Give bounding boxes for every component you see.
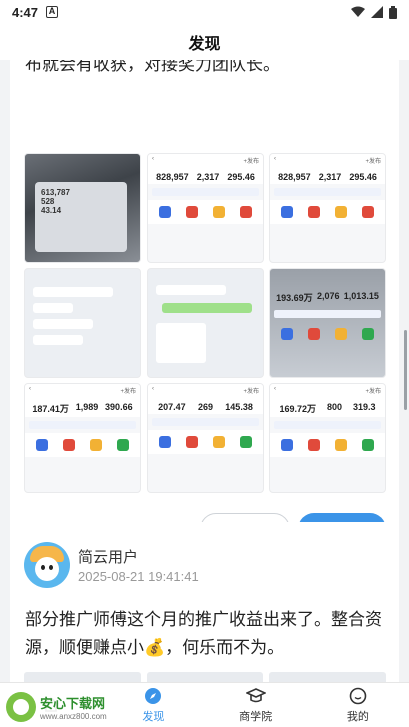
image-band	[152, 188, 259, 196]
image-topbar: ‹ +发布	[148, 384, 263, 396]
image-icons	[148, 430, 263, 454]
compass-icon	[143, 686, 163, 706]
username[interactable]: 简云用户	[78, 546, 138, 567]
image-stat: 828,957	[278, 172, 311, 182]
image-stat: 2,076	[316, 291, 340, 301]
tab-academy[interactable]: 商学院	[205, 683, 307, 727]
image-stat: 390.66	[105, 402, 133, 412]
image-stat: 295.46	[349, 172, 377, 182]
post-image-1[interactable]: 613,787 528 43.14	[24, 153, 141, 263]
watermark-text: 安心下载网 www.anxz800.com	[40, 693, 107, 721]
image-stats: 187.41万 1,989 390.66	[25, 396, 140, 417]
watermark-logo-icon	[6, 692, 36, 722]
image-stat: 2,317	[318, 172, 342, 182]
post-image-2[interactable]: ‹ +发布 828,957 2,317 295.46	[147, 153, 264, 263]
avatar-face	[35, 557, 59, 581]
image-icons	[270, 433, 385, 457]
graduation-cap-icon	[245, 686, 266, 706]
tab-label: 商学院	[239, 711, 273, 723]
post-image-4[interactable]	[24, 268, 141, 378]
post-image-3[interactable]: ‹ +发布 828,957 2,317 295.46	[269, 153, 386, 263]
image-topbar: ‹ +发布	[270, 384, 385, 396]
chat-bubble	[156, 285, 226, 295]
chat-bubble	[33, 335, 83, 345]
post-card-2: 简云用户 2025-08-21 19:41:41 部分推广师傅这个月的推广收益出…	[10, 522, 399, 682]
image-band	[274, 421, 381, 429]
image-stat: 169.72万	[279, 404, 317, 414]
status-time: 4:47	[12, 4, 39, 20]
avatar-eye	[41, 565, 45, 570]
image-topbar: ‹ +发布	[270, 154, 385, 166]
image-stats: 169.72万 800 319.3	[270, 396, 385, 417]
notification-a-icon: A	[46, 6, 59, 18]
image-stat: 800	[326, 402, 343, 412]
scrollbar[interactable]	[404, 330, 407, 410]
image-band	[274, 310, 381, 318]
image-stat-2: 528	[41, 197, 55, 206]
image-topbar: ‹ +发布	[148, 154, 263, 166]
watermark-title: 安心下载网	[40, 696, 106, 711]
watermark: 安心下载网 www.anxz800.com	[4, 690, 108, 724]
image-icons	[270, 322, 385, 346]
image-stat: 269	[197, 402, 213, 412]
phone-screen: 613,787 528 43.14	[35, 182, 127, 252]
image-stat-1: 613,787	[41, 188, 70, 197]
chat-bubble	[162, 303, 252, 313]
image-stat: 207.47	[158, 402, 186, 412]
watermark-url: www.anxz800.com	[40, 712, 107, 721]
post-timestamp: 2025-08-21 19:41:41	[78, 569, 199, 584]
image-grid: 613,787 528 43.14 ‹ +发布 828,957 2,317 295…	[24, 153, 386, 493]
signal-icon	[371, 6, 383, 18]
image-stat-3: 43.14	[41, 206, 62, 215]
image-icons	[25, 433, 140, 457]
image-band	[152, 418, 259, 426]
chat-bubble	[156, 323, 206, 363]
chat-bubble	[33, 319, 93, 329]
image-stat: 193.69万	[276, 293, 313, 303]
post-image-5[interactable]	[147, 268, 264, 378]
tab-label: 我的	[346, 711, 369, 723]
smiley-icon	[348, 686, 368, 706]
feed[interactable]: 布就会有收获，对接奖力团队长。 613,787 528 43.14 ‹ +发布 8…	[0, 60, 409, 682]
tab-label: 发现	[142, 711, 165, 723]
post-body: 部分推广师傅这个月的推广收益出来了。整合资源，顺便赚点小💰，何乐而不为。	[25, 610, 382, 657]
image-row-peek	[24, 672, 387, 682]
post-text: 布就会有收获，对接奖力团队长。	[25, 60, 280, 74]
image-icons	[148, 200, 263, 224]
image-band	[29, 421, 136, 429]
post-image-6[interactable]: 193.69万 2,076 1,013.15	[269, 268, 386, 378]
tab-discover[interactable]: 发现	[102, 683, 204, 727]
image-stat: 145.38	[225, 402, 253, 412]
image-stats: 207.47 269 145.38	[148, 396, 263, 414]
image-topbar: ‹ +发布	[25, 384, 140, 396]
status-right	[351, 5, 397, 19]
tab-profile[interactable]: 我的	[307, 683, 409, 727]
post-image-9[interactable]: ‹ +发布 169.72万 800 319.3	[269, 383, 386, 493]
status-bar: 4:47 A	[0, 0, 409, 24]
page-title: 发现	[188, 36, 221, 53]
image-icons	[270, 200, 385, 224]
image-stat: 187.41万	[32, 404, 69, 414]
image-stats: 193.69万 2,076 1,013.15	[270, 269, 385, 306]
battery-icon	[389, 5, 397, 19]
image-stat: 295.46	[227, 172, 255, 182]
chat-bubble	[33, 303, 73, 313]
image-stats: 828,957 2,317 295.46	[270, 166, 385, 184]
image-stat: 319.3	[352, 402, 376, 412]
post-image-7[interactable]: ‹ +发布 187.41万 1,989 390.66	[24, 383, 141, 493]
wifi-icon	[351, 6, 365, 17]
image-stat: 1,989	[75, 402, 99, 412]
avatar[interactable]	[24, 542, 70, 588]
image-stat: 2,317	[196, 172, 220, 182]
image-stat: 1,013.15	[343, 291, 379, 301]
image-stat: 828,957	[156, 172, 189, 182]
chat-bubble	[33, 287, 113, 297]
app-header: 发现	[0, 24, 409, 60]
image-stats: 828,957 2,317 295.46	[148, 166, 263, 184]
avatar-eye	[49, 565, 53, 570]
post-card: 布就会有收获，对接奖力团队长。 613,787 528 43.14 ‹ +发布 8…	[10, 60, 399, 570]
image-band	[274, 188, 381, 196]
post-image-8[interactable]: ‹ +发布 207.47 269 145.38	[147, 383, 264, 493]
